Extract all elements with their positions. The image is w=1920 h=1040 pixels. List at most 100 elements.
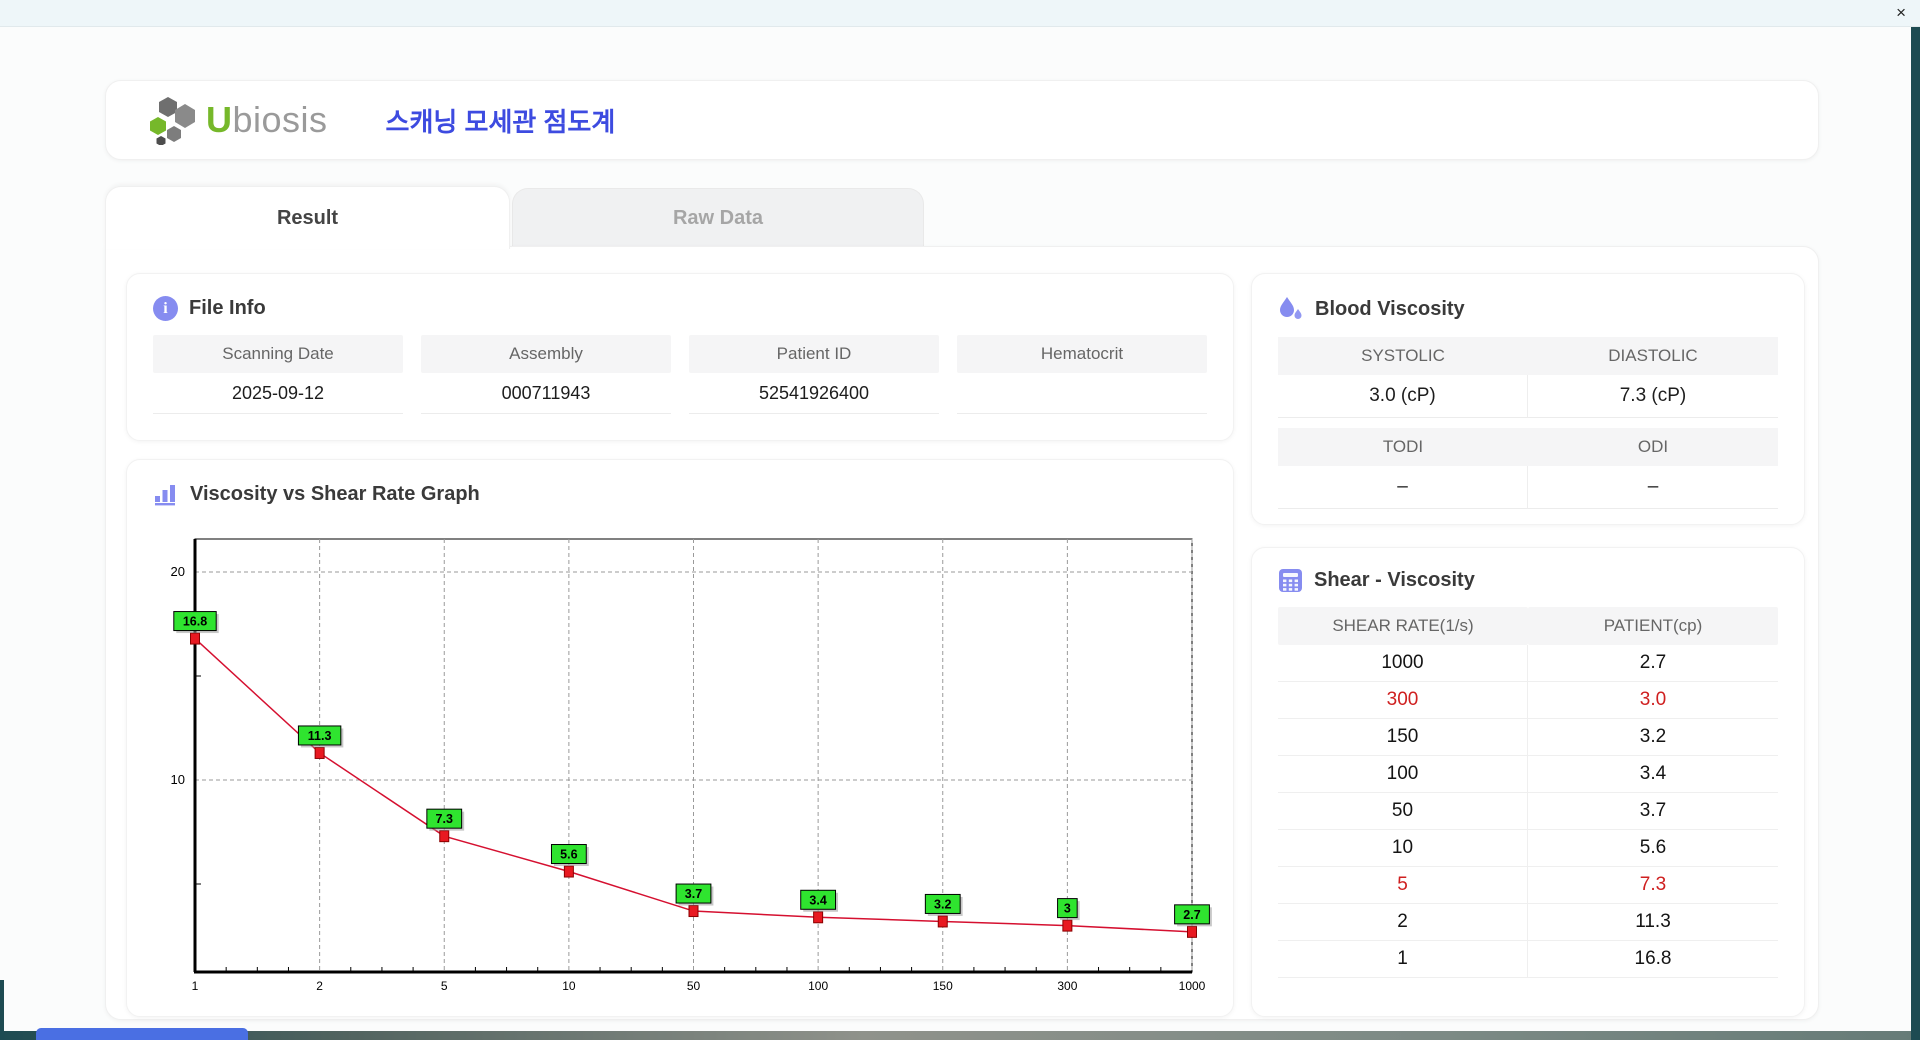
data-point-marker [190, 632, 200, 645]
taskbar-fragment [36, 1028, 248, 1040]
sv-patient-value: 11.3 [1528, 904, 1778, 941]
data-label: 3.7 [685, 887, 702, 901]
x-tick-label: 2 [316, 979, 323, 993]
field-label: Scanning Date [153, 335, 403, 373]
sv-patient-value: 3.4 [1528, 756, 1778, 793]
bv-header: SYSTOLIC [1278, 337, 1528, 375]
data-label: 5.6 [560, 848, 577, 862]
data-point-marker [813, 911, 824, 924]
data-label: 3.4 [809, 893, 826, 907]
blood-viscosity-title-row: Blood Viscosity [1278, 296, 1804, 323]
field-value [957, 373, 1207, 414]
graph-card: Viscosity vs Shear Rate Graph 10 20 1 2 5 10 5… [126, 459, 1234, 1017]
ubiosis-logo: Ubiosis [148, 95, 328, 145]
data-label: 11.3 [308, 729, 332, 743]
table-row: 2 11.3 [1278, 904, 1778, 941]
data-point-marker [314, 746, 325, 759]
window-frame-right [1911, 26, 1920, 1040]
sv-patient-value: 16.8 [1528, 941, 1778, 978]
data-point-marker [439, 830, 450, 843]
bv-table-bottom: TODI ODI – – [1278, 428, 1778, 509]
x-tick-label: 1 [192, 979, 199, 993]
data-point-marker [688, 905, 699, 918]
viscometer-app-window: × Ubiosis 스캐닝 모세관 점도계 Result Raw Data i … [0, 0, 1920, 1040]
table-row: 10 5.6 [1278, 830, 1778, 867]
brand-u: U [206, 99, 233, 140]
hexagon-cluster-icon [150, 97, 195, 145]
data-label: 3.2 [934, 897, 951, 911]
sv-patient-value: 7.3 [1528, 867, 1778, 904]
sv-header-row: SHEAR RATE(1/s) PATIENT(cp) [1278, 607, 1778, 645]
data-label: 16.8 [183, 615, 207, 629]
close-icon[interactable]: × [1896, 2, 1906, 24]
calculator-grid-icon [1279, 569, 1302, 592]
tab-raw-data[interactable]: Raw Data [512, 188, 924, 248]
data-point-marker [1187, 925, 1197, 938]
data-point-marker [1062, 919, 1073, 932]
field-label: Hematocrit [957, 335, 1207, 373]
bv-value: – [1528, 466, 1778, 509]
table-row: 50 3.7 [1278, 793, 1778, 830]
window-frame-bottom [0, 1031, 1920, 1040]
window-titlebar: × [0, 0, 1920, 27]
field-value: 52541926400 [689, 373, 939, 414]
y-tick-label: 10 [171, 772, 185, 787]
bv-header: TODI [1278, 428, 1528, 466]
data-label: 3 [1064, 902, 1071, 916]
x-tick-label: 100 [808, 979, 828, 993]
table-row: 300 3.0 [1278, 682, 1778, 719]
brand-name: Ubiosis [206, 99, 328, 141]
tab-result[interactable]: Result [105, 186, 510, 249]
field-value: 2025-09-12 [153, 373, 403, 414]
sv-patient-value: 2.7 [1528, 645, 1778, 682]
header-card: Ubiosis 스캐닝 모세관 점도계 [105, 80, 1819, 160]
sv-shear-value: 50 [1278, 793, 1528, 830]
info-icon: i [153, 296, 178, 321]
bv-value: – [1278, 466, 1528, 509]
x-tick-label: 50 [687, 979, 701, 993]
x-tick-label: 10 [562, 979, 576, 993]
data-label: 2.7 [1183, 908, 1200, 922]
sv-shear-value: 5 [1278, 867, 1528, 904]
y-tick-label: 20 [171, 564, 185, 579]
bv-table-top: SYSTOLIC DIASTOLIC 3.0 (cP) 7.3 (cP) [1278, 337, 1778, 418]
file-info-fields: Scanning Date 2025-09-12 Assembly 000711943… [153, 335, 1207, 414]
data-label: 7.3 [436, 812, 453, 826]
brand-rest: biosis [232, 99, 328, 140]
file-info-title-row: i File Info [153, 296, 1233, 321]
file-info-field: Assembly 000711943 [421, 335, 671, 414]
result-panel: i File Info Scanning Date 2025-09-12 Assem… [105, 246, 1819, 1020]
table-row: 5 7.3 [1278, 867, 1778, 904]
sv-shear-value: 2 [1278, 904, 1528, 941]
shear-viscosity-title-row: Shear - Viscosity [1278, 568, 1804, 593]
sv-shear-value: 1 [1278, 941, 1528, 978]
data-point-marker [937, 915, 948, 928]
shear-viscosity-table: SHEAR RATE(1/s) PATIENT(cp) 1000 2.7 300 3.… [1278, 607, 1778, 978]
sv-patient-value: 5.6 [1528, 830, 1778, 867]
sv-col-shear-rate: SHEAR RATE(1/s) [1278, 607, 1528, 645]
sv-shear-value: 1000 [1278, 645, 1528, 682]
file-info-field: Hematocrit [957, 335, 1207, 414]
bv-header: ODI [1528, 428, 1778, 466]
bv-value: 3.0 (cP) [1278, 375, 1528, 418]
sv-shear-value: 150 [1278, 719, 1528, 756]
sv-rows: 1000 2.7 300 3.0 150 3.2 100 3.4 50 3.7 10 5.6 5 7.3 2… [1278, 645, 1778, 978]
x-tick-label: 5 [441, 979, 448, 993]
blood-drop-icon [1280, 297, 1302, 319]
x-tick-label: 300 [1057, 979, 1077, 993]
table-row: 1000 2.7 [1278, 645, 1778, 682]
sv-patient-value: 3.2 [1528, 719, 1778, 756]
sv-shear-value: 300 [1278, 682, 1528, 719]
sv-col-patient: PATIENT(cp) [1528, 607, 1778, 645]
file-info-field: Scanning Date 2025-09-12 [153, 335, 403, 414]
shear-viscosity-title: Shear - Viscosity [1314, 569, 1475, 591]
data-point-marker [563, 865, 574, 878]
bv-header: DIASTOLIC [1528, 337, 1778, 375]
sv-patient-value: 3.7 [1528, 793, 1778, 830]
sv-shear-value: 100 [1278, 756, 1528, 793]
x-tick-label: 150 [933, 979, 953, 993]
page-title: 스캐닝 모세관 점도계 [385, 106, 616, 137]
shear-viscosity-card: Shear - Viscosity SHEAR RATE(1/s) PATIEN… [1251, 547, 1805, 1017]
sv-shear-value: 10 [1278, 830, 1528, 867]
file-info-card: i File Info Scanning Date 2025-09-12 Assem… [126, 273, 1234, 441]
